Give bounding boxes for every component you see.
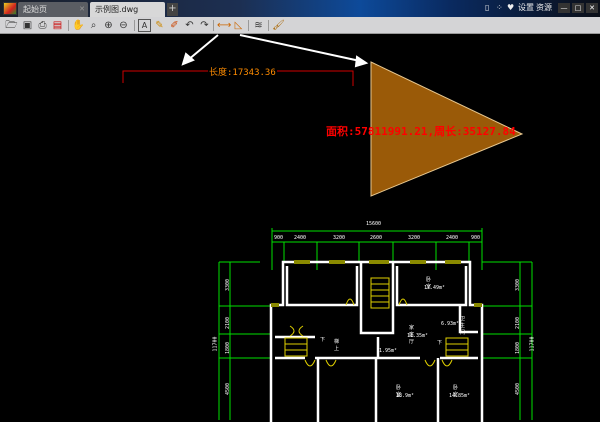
app-logo <box>3 2 17 15</box>
room-name: 卫生间 <box>460 316 466 336</box>
dim-label: 3300 <box>515 278 522 292</box>
separator <box>268 20 269 31</box>
dim-label: 2100 <box>515 316 522 330</box>
tab-drawing[interactable]: 示例图.dwg <box>90 2 165 17</box>
dim-label: 3200 <box>408 235 421 241</box>
room-area: 18.9m² <box>396 393 415 399</box>
new-tab-button[interactable]: + <box>167 3 178 16</box>
separator <box>68 20 69 31</box>
dim-label: 4500 <box>515 382 522 396</box>
drawing-canvas[interactable]: 长度:17343.36 面积:57811991.21,周长:35127.84 1… <box>0 34 600 422</box>
separator <box>213 20 214 31</box>
room-area: 17.49m² <box>424 285 446 291</box>
stair-down-label: 下 <box>437 340 443 346</box>
settings-link[interactable]: 设置 <box>518 2 534 14</box>
resources-link[interactable]: 资源 <box>536 2 552 14</box>
stair-up-label: 梯上 <box>334 339 340 352</box>
dim-label: 2100 <box>225 316 232 330</box>
dim-label: 1800 <box>225 341 232 355</box>
open-icon[interactable]: 🗁 <box>5 19 18 32</box>
dim-label: 900 <box>274 235 284 241</box>
zoom-out-icon[interactable]: ⊖ <box>117 19 130 32</box>
callout-arrows <box>181 34 369 68</box>
stair-down-label: 下 <box>320 337 326 343</box>
markup-icon[interactable]: ✐ <box>168 19 181 32</box>
toolbar: 🗁 ▣ ⎙ ▤ ✋ ⌕ ⊕ ⊖ A ✎ ✐ ↶ ↷ ⟷ ◺ ≋ 🖌 <box>0 17 600 34</box>
zoom-in-icon[interactable]: ⊕ <box>102 19 115 32</box>
measure-length-icon[interactable]: ⟷ <box>217 19 231 32</box>
dim-total-height: 11700 <box>529 336 536 352</box>
dim-total-width: 15600 <box>366 221 382 227</box>
dim-label: 3200 <box>333 235 346 241</box>
minimize-button[interactable]: — <box>558 3 570 13</box>
dim-label: 1800 <box>515 341 522 355</box>
dim-label: 3300 <box>225 278 232 292</box>
measure-area-icon[interactable]: ◺ <box>232 19 245 32</box>
close-tab-icon[interactable]: ✕ <box>79 2 85 17</box>
dim-label: 2600 <box>370 235 383 241</box>
tab-start-page[interactable]: 起始页 ✕ <box>18 2 88 17</box>
shirt-icon[interactable]: ♥ <box>507 2 514 14</box>
floor-plan <box>218 228 533 422</box>
room-area: 14.85m² <box>449 393 471 399</box>
length-label: 长度:17343.36 <box>208 65 277 78</box>
dim-label: 4500 <box>225 382 232 396</box>
layers-icon[interactable]: ≋ <box>252 19 265 32</box>
export-pdf-icon[interactable]: ▤ <box>51 19 64 32</box>
room-area: 1.95m² <box>379 348 398 354</box>
room-area: 6.93m² <box>441 321 460 327</box>
dim-label: 900 <box>471 235 481 241</box>
redo-icon[interactable]: ↷ <box>198 19 211 32</box>
device-icon[interactable]: ▯ <box>485 2 489 14</box>
separator <box>248 20 249 31</box>
pencil-icon[interactable]: ✎ <box>153 19 166 32</box>
drawing-svg <box>122 34 533 422</box>
room-area: 11.35m² <box>407 333 429 339</box>
zoom-window-icon[interactable]: ⌕ <box>87 19 100 32</box>
dim-total-height: 11700 <box>212 336 219 352</box>
dim-label: 2400 <box>446 235 459 241</box>
text-icon[interactable]: A <box>138 19 151 32</box>
maximize-button[interactable]: □ <box>572 3 584 13</box>
separator <box>134 20 135 31</box>
tab-label: 示例图.dwg <box>95 5 139 14</box>
save-icon[interactable]: ▣ <box>21 19 34 32</box>
print-icon[interactable]: ⎙ <box>36 19 49 32</box>
paint-icon[interactable]: 🖌 <box>272 19 285 32</box>
close-button[interactable]: ✕ <box>586 3 598 13</box>
grid-icon[interactable]: ⁘ <box>496 2 503 14</box>
undo-icon[interactable]: ↶ <box>183 19 196 32</box>
tab-label: 起始页 <box>23 5 47 14</box>
area-perimeter-label: 面积:57811991.21,周长:35127.84 <box>326 125 516 138</box>
pan-icon[interactable]: ✋ <box>72 19 85 32</box>
dim-label: 2400 <box>294 235 307 241</box>
title-bar: 起始页 ✕ 示例图.dwg + ▯ ⁘ ♥ 设置 资源 — □ ✕ <box>0 0 600 17</box>
